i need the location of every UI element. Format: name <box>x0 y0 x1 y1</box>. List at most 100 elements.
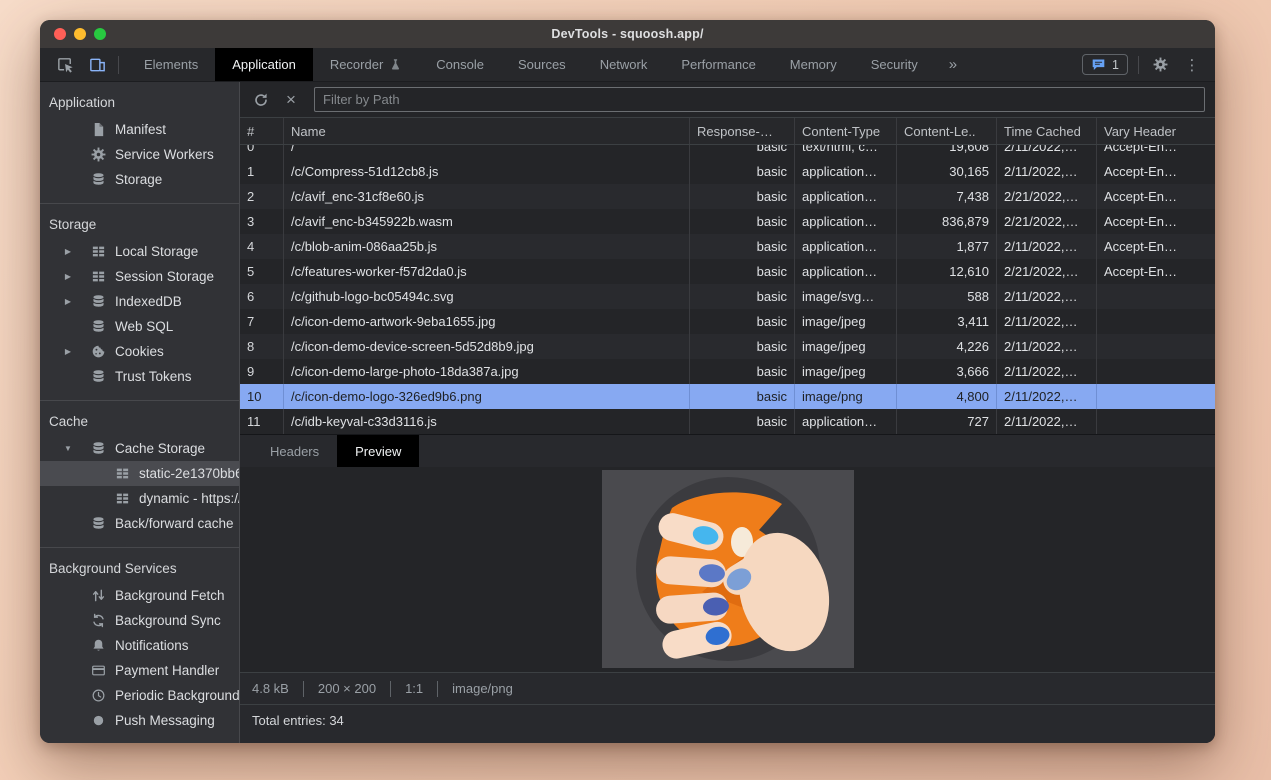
table-row[interactable]: 1/c/Compress-51d12cb8.jsbasicapplication… <box>240 159 1215 184</box>
tab-headers[interactable]: Headers <box>252 435 337 467</box>
column-header-time-cached[interactable]: Time Cached <box>997 118 1097 144</box>
sidebar-item-push-messaging[interactable]: Push Messaging <box>40 708 239 733</box>
inspect-element-icon[interactable] <box>52 53 78 77</box>
cache-entries-table: # Name Response-… Content-Type Content-L… <box>240 118 1215 434</box>
table-row[interactable]: 6/c/github-logo-bc05494c.svgbasicimage/s… <box>240 284 1215 309</box>
table-row[interactable]: 3/c/avif_enc-b345922b.wasmbasicapplicati… <box>240 209 1215 234</box>
filter-by-path-input[interactable] <box>314 87 1205 112</box>
divider <box>303 681 304 697</box>
divider <box>390 681 391 697</box>
sidebar-item-service-workers[interactable]: Service Workers <box>40 142 239 167</box>
tab-recorder[interactable]: Recorder <box>313 48 419 81</box>
sidebar-item-session-storage[interactable]: ▶Session Storage <box>40 264 239 289</box>
tab-console[interactable]: Console <box>419 48 501 81</box>
status-bar: Total entries: 34 <box>240 704 1215 743</box>
application-sidebar: Application Manifest Service Workers Sto… <box>40 82 240 743</box>
tab-application[interactable]: Application <box>215 48 313 81</box>
tab-preview[interactable]: Preview <box>337 435 419 467</box>
issues-bubble-icon <box>1091 57 1106 72</box>
sidebar-section-background-services: Background Services Background Fetch Bac… <box>40 547 239 743</box>
sidebar-item-manifest[interactable]: Manifest <box>40 117 239 142</box>
more-tabs-chevron-icon[interactable]: » <box>935 48 971 81</box>
tab-sources[interactable]: Sources <box>501 48 583 81</box>
tab-memory[interactable]: Memory <box>773 48 854 81</box>
clipped-row-container: 0 / basic text/html, c… 19,608 2/11/2022… <box>240 145 1215 159</box>
database-icon <box>90 294 106 310</box>
column-header-response-type[interactable]: Response-… <box>690 118 795 144</box>
table-row-selected[interactable]: 10/c/icon-demo-logo-326ed9b6.pngbasicima… <box>240 384 1215 409</box>
sidebar-item-cache-dynamic[interactable]: dynamic - https://s <box>40 486 239 511</box>
tab-network[interactable]: Network <box>583 48 665 81</box>
sidebar-section-storage: Storage ▶Local Storage ▶Session Storage … <box>40 203 239 400</box>
toolbar-left-icons <box>40 48 118 81</box>
sidebar-item-back-forward-cache[interactable]: Back/forward cache <box>40 511 239 536</box>
database-icon <box>90 319 106 335</box>
tab-elements[interactable]: Elements <box>127 48 215 81</box>
kebab-menu-icon[interactable]: ⋮ <box>1181 54 1203 76</box>
table-row[interactable]: 2/c/avif_enc-31cf8e60.jsbasicapplication… <box>240 184 1215 209</box>
dot-icon <box>90 713 106 729</box>
table-row[interactable]: 11/c/idb-keyval-c33d3116.jsbasicapplicat… <box>240 409 1215 434</box>
toolbar-right-controls: 1 ⋮ <box>1082 48 1215 81</box>
devtools-tabbar: Elements Application Recorder Console So… <box>40 48 1215 82</box>
table-header-row: # Name Response-… Content-Type Content-L… <box>240 118 1215 145</box>
toolbar-divider <box>118 56 119 74</box>
column-header-vary-header[interactable]: Vary Header <box>1097 118 1215 144</box>
sidebar-item-trust-tokens[interactable]: Trust Tokens <box>40 364 239 389</box>
clear-icon[interactable]: × <box>278 87 304 113</box>
sidebar-item-periodic-background-sync[interactable]: Periodic Background <box>40 683 239 708</box>
sidebar-item-cache-storage[interactable]: ▼Cache Storage <box>40 436 239 461</box>
column-header-content-length[interactable]: Content-Le.. <box>897 118 997 144</box>
sidebar-item-web-sql[interactable]: Web SQL <box>40 314 239 339</box>
file-size: 4.8 kB <box>252 681 289 696</box>
database-icon <box>90 369 106 385</box>
table-row[interactable]: 5/c/features-worker-f57d2da0.jsbasicappl… <box>240 259 1215 284</box>
sidebar-item-background-fetch[interactable]: Background Fetch <box>40 583 239 608</box>
refresh-icon[interactable] <box>248 87 274 113</box>
table-row[interactable]: 9/c/icon-demo-large-photo-18da387a.jpgba… <box>240 359 1215 384</box>
sidebar-item-cache-static[interactable]: static-2e1370bb652 <box>40 461 239 486</box>
entry-detail-tabs: Headers Preview <box>240 434 1215 467</box>
section-title: Cache <box>40 406 239 436</box>
sidebar-item-background-sync[interactable]: Background Sync <box>40 608 239 633</box>
device-toolbar-icon[interactable] <box>84 53 110 77</box>
sidebar-item-indexeddb[interactable]: ▶IndexedDB <box>40 289 239 314</box>
window-title: DevTools - squoosh.app/ <box>40 27 1215 41</box>
section-title: Storage <box>40 209 239 239</box>
chevron-right-icon[interactable]: ▶ <box>62 272 74 281</box>
card-icon <box>90 663 106 679</box>
preview-pane <box>240 467 1215 672</box>
table-row[interactable]: 7/c/icon-demo-artwork-9eba1655.jpgbasici… <box>240 309 1215 334</box>
desktop-background: DevTools - squoosh.app/ Elements Applica… <box>0 0 1271 780</box>
total-entries: Total entries: 34 <box>252 713 344 728</box>
tab-security[interactable]: Security <box>854 48 935 81</box>
chevron-down-icon[interactable]: ▼ <box>62 444 74 453</box>
cookie-icon <box>90 344 106 360</box>
settings-gear-icon[interactable] <box>1149 54 1171 76</box>
sidebar-item-local-storage[interactable]: ▶Local Storage <box>40 239 239 264</box>
column-header-content-type[interactable]: Content-Type <box>795 118 897 144</box>
chevron-right-icon[interactable]: ▶ <box>62 297 74 306</box>
tab-performance[interactable]: Performance <box>664 48 772 81</box>
sidebar-section-cache: Cache ▼Cache Storage static-2e1370bb652 … <box>40 400 239 547</box>
issues-count: 1 <box>1112 58 1119 72</box>
chevron-right-icon[interactable]: ▶ <box>62 347 74 356</box>
database-icon <box>90 441 106 457</box>
issues-badge[interactable]: 1 <box>1082 54 1128 75</box>
sidebar-item-payment-handler[interactable]: Payment Handler <box>40 658 239 683</box>
table-row[interactable]: 0 / basic text/html, c… 19,608 2/11/2022… <box>240 145 1215 159</box>
titlebar: DevTools - squoosh.app/ <box>40 20 1215 48</box>
table-icon <box>114 466 130 482</box>
devtools-content: Application Manifest Service Workers Sto… <box>40 82 1215 743</box>
table-row[interactable]: 4/c/blob-anim-086aa25b.jsbasicapplicatio… <box>240 234 1215 259</box>
table-row[interactable]: 8/c/icon-demo-device-screen-5d52d8b9.jpg… <box>240 334 1215 359</box>
sidebar-item-cookies[interactable]: ▶Cookies <box>40 339 239 364</box>
image-dimensions: 200 × 200 <box>318 681 376 696</box>
column-header-name[interactable]: Name <box>284 118 690 144</box>
sidebar-item-storage[interactable]: Storage <box>40 167 239 192</box>
chevron-right-icon[interactable]: ▶ <box>62 247 74 256</box>
cache-filter-toolbar: × <box>240 82 1215 118</box>
sidebar-item-notifications[interactable]: Notifications <box>40 633 239 658</box>
column-header-index[interactable]: # <box>240 118 284 144</box>
divider <box>437 681 438 697</box>
